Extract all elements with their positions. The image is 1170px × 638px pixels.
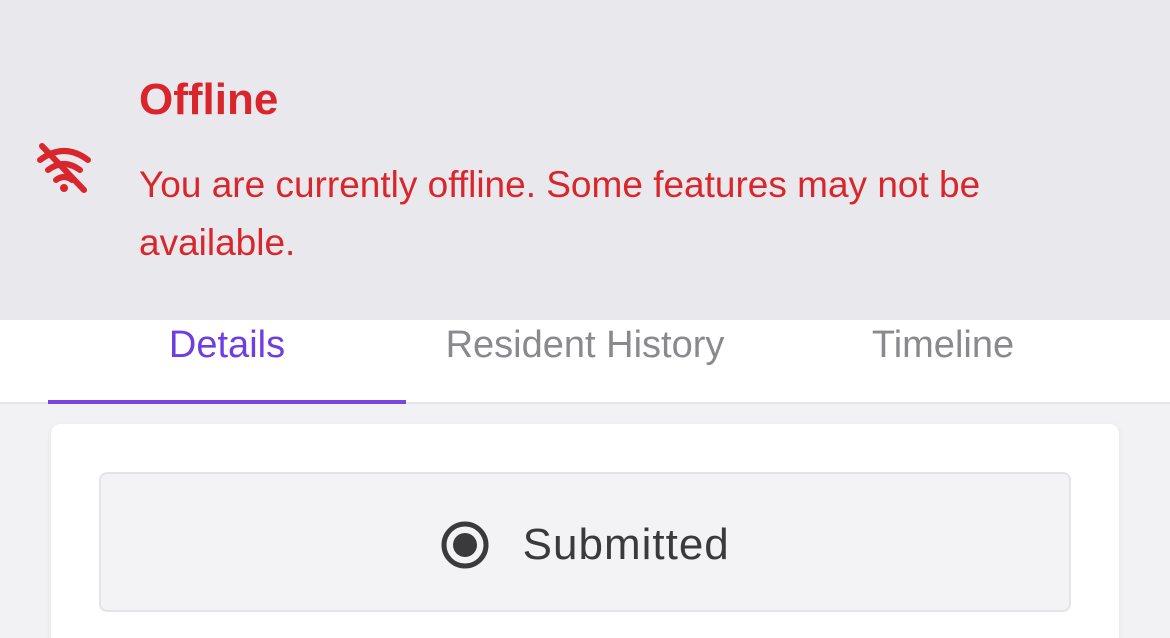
- wifi-off-icon: [37, 143, 91, 193]
- details-card: Submitted: [51, 424, 1119, 638]
- screen: Details Resident History Timeline Offlin…: [0, 0, 1170, 638]
- radio-selected-icon: [441, 521, 489, 569]
- status-label: Submitted: [522, 520, 730, 569]
- tab-timeline-label: Timeline: [871, 324, 1015, 366]
- tab-details[interactable]: Details: [48, 326, 406, 404]
- banner-message: You are currently offline. Some features…: [139, 164, 981, 263]
- tab-timeline[interactable]: Timeline: [764, 326, 1122, 404]
- offline-banner: Offline You are currently offline. Some …: [0, 0, 1170, 320]
- status-indicator: Submitted: [99, 472, 1071, 612]
- tab-details-label: Details: [168, 324, 286, 366]
- tab-resident-history[interactable]: Resident History: [406, 326, 764, 404]
- tab-resident-history-label: Resident History: [445, 324, 725, 366]
- banner-title: Offline: [139, 75, 279, 124]
